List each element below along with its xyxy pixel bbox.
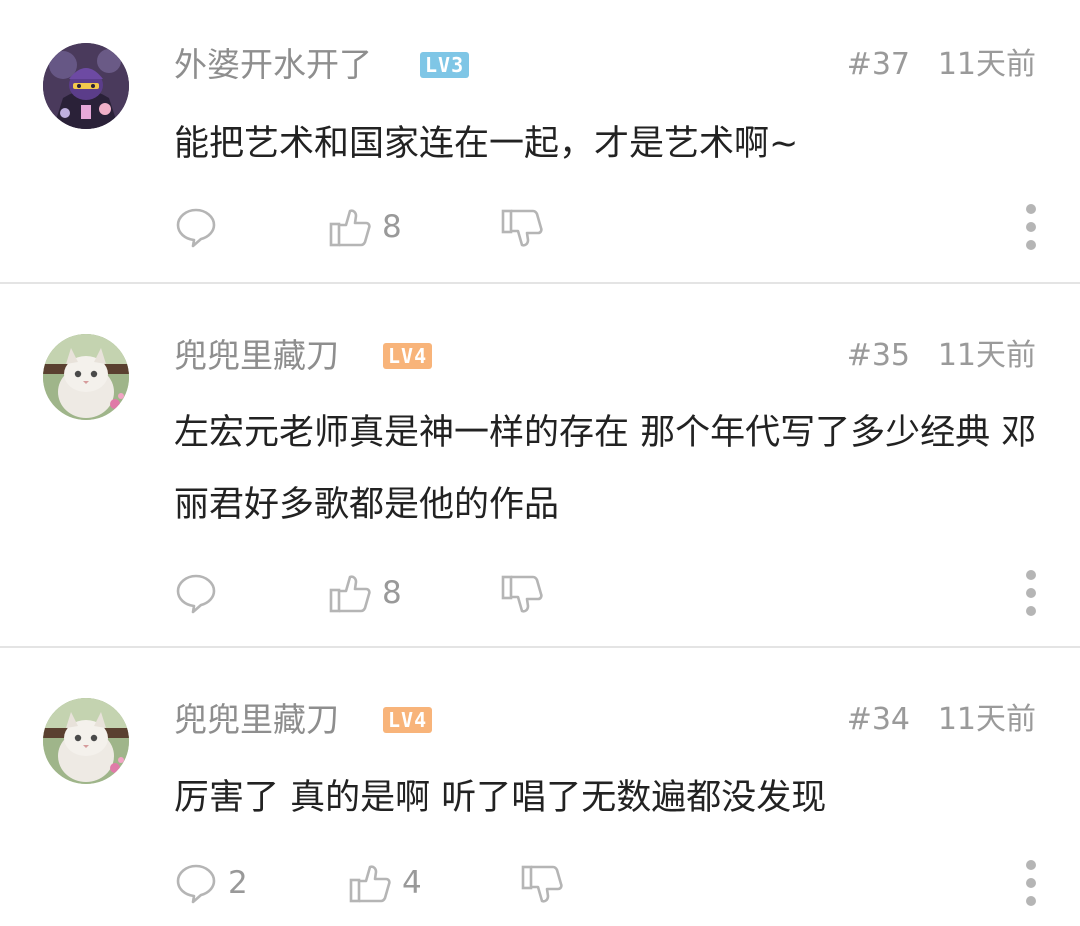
avatar[interactable] [43, 43, 129, 129]
thumbs-down-icon [501, 209, 543, 247]
dislike-button[interactable] [500, 572, 544, 618]
like-count: 4 [402, 865, 422, 901]
comment-text: 能把艺术和国家连在一起，才是艺术啊~ [174, 124, 799, 164]
like-button[interactable]: 4 [348, 860, 422, 906]
more-options-button[interactable] [1024, 860, 1038, 906]
more-options-button[interactable] [1024, 570, 1038, 616]
timestamp: 11天前 [937, 47, 1036, 82]
timestamp: 11天前 [937, 338, 1036, 373]
vertical-dots-icon [1026, 204, 1036, 214]
like-button[interactable]: 8 [328, 204, 402, 250]
level-badge: LV4 [383, 343, 433, 369]
reply-button[interactable] [174, 204, 218, 250]
avatar[interactable] [43, 334, 129, 420]
comment-item: 外婆开水开了 LV3 #37 11天前 能把艺术和国家连在一起，才是艺术啊~ 8 [0, 0, 1080, 282]
vertical-dots-icon [1026, 860, 1036, 870]
dislike-button[interactable] [500, 206, 544, 252]
comment-item: 兜兜里藏刀 LV4 #34 11天前 厉害了 真的是啊 听了唱了无数遍都没发现 … [0, 648, 1080, 926]
thumbs-down-icon [501, 575, 543, 613]
level-badge: LV4 [383, 707, 433, 733]
comment-item: 兜兜里藏刀 LV4 #35 11天前 左宏元老师真是神一样的存在 那个年代写了多… [0, 284, 1080, 646]
kitten-photo-avatar-icon [43, 334, 129, 420]
reply-count: 2 [228, 865, 248, 901]
kitten-photo-avatar-icon [43, 698, 129, 784]
floor-number: #35 [846, 338, 910, 373]
vertical-dots-icon [1026, 570, 1036, 580]
reply-button[interactable]: 2 [174, 860, 248, 906]
username[interactable]: 外婆开水开了 [174, 45, 372, 85]
thumbs-up-icon [329, 575, 371, 613]
thumbs-up-icon [329, 209, 371, 247]
level-badge: LV3 [420, 52, 470, 78]
avatar[interactable] [43, 698, 129, 784]
like-count: 8 [382, 209, 402, 245]
like-button[interactable]: 8 [328, 570, 402, 616]
speech-bubble-icon [176, 574, 216, 614]
like-count: 8 [382, 575, 402, 611]
more-options-button[interactable] [1024, 204, 1038, 250]
thumbs-up-icon [349, 865, 391, 903]
purple-cartoon-character-avatar-icon [43, 43, 129, 129]
username[interactable]: 兜兜里藏刀 [174, 700, 339, 740]
dislike-button[interactable] [520, 862, 564, 908]
timestamp: 11天前 [937, 702, 1036, 737]
thumbs-down-icon [521, 865, 563, 903]
reply-button[interactable] [174, 570, 218, 616]
username[interactable]: 兜兜里藏刀 [174, 336, 339, 376]
speech-bubble-icon [176, 208, 216, 248]
floor-number: #34 [846, 702, 910, 737]
comment-text: 厉害了 真的是啊 听了唱了无数遍都没发现 [174, 778, 827, 818]
comment-text: 左宏元老师真是神一样的存在 那个年代写了多少经典 邓丽君好多歌都是他的作品 [174, 413, 1037, 525]
speech-bubble-icon [176, 864, 216, 904]
floor-number: #37 [846, 47, 910, 82]
